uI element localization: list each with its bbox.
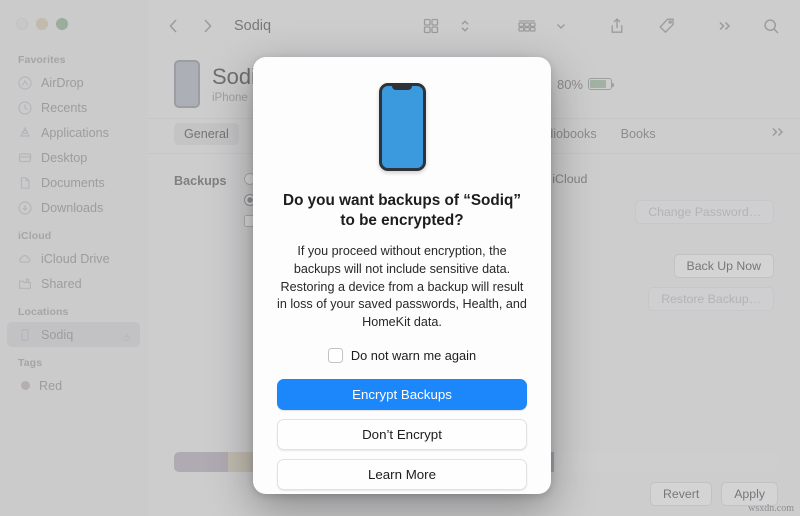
watermark: wsxdn.com: [748, 503, 794, 514]
finder-window: Favorites AirDrop Recents Applications D…: [0, 0, 800, 516]
encryption-dialog: Do you want backups of “Sodiq” to be enc…: [253, 57, 551, 494]
iphone-illustration-icon: [378, 83, 426, 171]
do-not-warn-label: Do not warn me again: [350, 348, 477, 364]
dialog-body: If you proceed without encryption, the b…: [277, 243, 527, 330]
dialog-title: Do you want backups of “Sodiq” to be enc…: [283, 192, 521, 229]
do-not-warn-checkbox-row[interactable]: Do not warn me again: [277, 348, 527, 364]
do-not-warn-checkbox[interactable]: [327, 348, 343, 364]
learn-more-button[interactable]: Learn More: [277, 459, 527, 491]
dont-encrypt-button[interactable]: Don’t Encrypt: [277, 419, 527, 451]
encrypt-backups-button[interactable]: Encrypt Backups: [277, 379, 527, 411]
